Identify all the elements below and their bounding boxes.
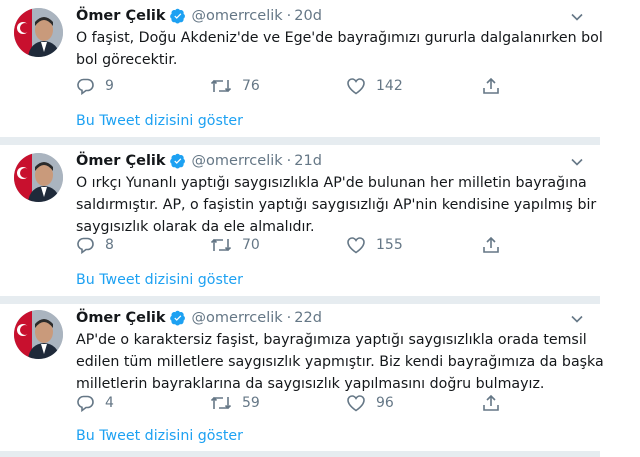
header-separator: · (286, 8, 292, 24)
header-separator: · (286, 310, 292, 326)
like-button[interactable]: 96 (346, 394, 394, 412)
like-count: 155 (376, 237, 403, 253)
verified-badge-icon (169, 153, 186, 169)
like-button[interactable]: 142 (346, 77, 403, 95)
tweet-header: Ömer Çelik @omerrcelik · 20d (76, 5, 322, 27)
tweet-text-line: O ırkçı Yunanlı yaptığı saygısızlıkla AP… (76, 175, 587, 191)
retweet-button[interactable]: 70 (210, 236, 260, 254)
tweet-text-line: AP'de o karaktersiz faşist, bayrağımıza … (76, 332, 587, 348)
thread-divider (0, 451, 600, 457)
reply-count: 9 (105, 78, 114, 94)
author-name[interactable]: Ömer Çelik (76, 310, 166, 326)
tweet-text: O ırkçı Yunanlı yaptığı saygısızlıkla AP… (76, 172, 597, 238)
author-handle[interactable]: @omerrcelik (192, 310, 283, 326)
reply-count: 4 (105, 395, 114, 411)
retweet-count: 59 (242, 395, 260, 411)
tweet[interactable]: Ömer Çelik @omerrcelik · 22d AP'de o kar… (0, 302, 604, 427)
tweet-text: AP'de o karaktersiz faşist, bayrağımıza … (76, 329, 604, 395)
share-icon (483, 394, 499, 411)
reply-icon (77, 237, 94, 254)
retweet-icon (210, 238, 232, 252)
show-thread-link[interactable]: Bu Tweet dizisini göster (76, 113, 243, 129)
tweet-header: Ömer Çelik @omerrcelik · 22d (76, 307, 322, 329)
retweet-button[interactable]: 76 (210, 77, 260, 95)
avatar[interactable] (14, 153, 63, 202)
share-icon (483, 236, 499, 253)
tweet-actions: 9 76 142 (76, 77, 506, 97)
author-handle[interactable]: @omerrcelik (192, 8, 283, 24)
author-handle[interactable]: @omerrcelik (192, 153, 283, 169)
show-thread-link[interactable]: Bu Tweet dizisini göster (76, 428, 243, 444)
tweet-text-line: milletlerin bayraklarına da saygısızlık … (76, 376, 545, 392)
share-button[interactable] (482, 77, 500, 95)
tweet-text-line: saldırmıştır. AP, o faşistin yaptığı say… (76, 197, 597, 213)
like-count: 142 (376, 78, 403, 94)
tweet-text-line: bol görecektir. (76, 52, 178, 68)
show-thread-link[interactable]: Bu Tweet dizisini göster (76, 272, 243, 288)
verified-badge-icon (169, 8, 186, 24)
chevron-down-icon[interactable] (570, 154, 584, 168)
heart-icon (347, 237, 365, 254)
retweet-count: 76 (242, 78, 260, 94)
reply-button[interactable]: 8 (76, 236, 114, 254)
tweet-text: O faşist, Doğu Akdeniz'de ve Ege'de bayr… (76, 27, 603, 71)
avatar[interactable] (14, 310, 63, 359)
reply-icon (77, 395, 94, 412)
tweet-text-line: edilen tüm milletlere saygısızlık yapmış… (76, 354, 604, 370)
chevron-down-icon[interactable] (570, 9, 584, 23)
retweet-icon (210, 396, 232, 410)
heart-icon (347, 78, 365, 95)
share-button[interactable] (482, 236, 500, 254)
header-separator: · (286, 153, 292, 169)
share-button[interactable] (482, 394, 500, 412)
author-name[interactable]: Ömer Çelik (76, 153, 166, 169)
heart-icon (347, 395, 365, 412)
reply-icon (77, 78, 94, 95)
tweet-timestamp[interactable]: 20d (294, 8, 322, 24)
tweet-text-line: saygısızlık olarak da ele almalıdır. (76, 219, 315, 235)
tweet-timeline: Ömer Çelik @omerrcelik · 20d O faşist, D… (0, 0, 640, 457)
chevron-down-icon[interactable] (570, 311, 584, 325)
retweet-icon (210, 79, 232, 93)
tweet-timestamp[interactable]: 22d (294, 310, 322, 326)
verified-badge-icon (169, 310, 186, 326)
like-button[interactable]: 155 (346, 236, 403, 254)
retweet-count: 70 (242, 237, 260, 253)
reply-button[interactable]: 4 (76, 394, 114, 412)
tweet[interactable]: Ömer Çelik @omerrcelik · 21d O ırkçı Yun… (0, 145, 600, 270)
thread-divider (0, 137, 600, 145)
share-icon (483, 77, 499, 94)
reply-button[interactable]: 9 (76, 77, 114, 95)
tweet-header: Ömer Çelik @omerrcelik · 21d (76, 150, 322, 172)
like-count: 96 (376, 395, 394, 411)
tweet[interactable]: Ömer Çelik @omerrcelik · 20d O faşist, D… (0, 0, 603, 106)
avatar[interactable] (14, 8, 63, 57)
tweet-text-line: O faşist, Doğu Akdeniz'de ve Ege'de bayr… (76, 30, 603, 46)
tweet-timestamp[interactable]: 21d (294, 153, 322, 169)
tweet-actions: 8 70 155 (76, 236, 506, 256)
reply-count: 8 (105, 237, 114, 253)
retweet-button[interactable]: 59 (210, 394, 260, 412)
author-name[interactable]: Ömer Çelik (76, 8, 166, 24)
tweet-actions: 4 59 96 (76, 394, 506, 414)
